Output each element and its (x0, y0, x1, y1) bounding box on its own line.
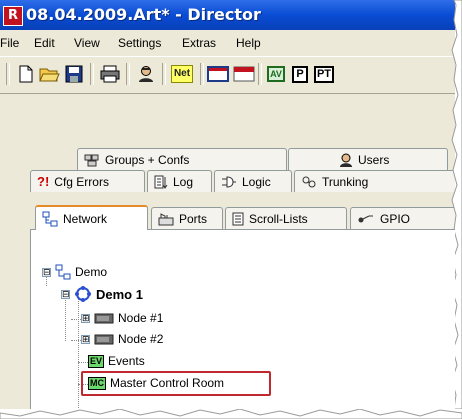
network-icon (55, 264, 71, 280)
tab-scroll-lists[interactable]: Scroll-Lists (225, 207, 347, 229)
tab-label: Groups + Confs (105, 152, 190, 167)
collapse-expander[interactable]: ⊟ (61, 289, 70, 299)
tree-node-label: Node #2 (118, 332, 164, 346)
tab-label: Scroll-Lists (249, 211, 308, 226)
menu-extras[interactable]: Extras (182, 36, 216, 50)
title-bar[interactable]: R 08.04.2009.Art* - Director (0, 0, 455, 30)
tab-label: Trunking (322, 174, 369, 189)
toolbar-separator (162, 63, 166, 85)
node-device-icon (94, 334, 114, 345)
gpio-icon (358, 215, 373, 222)
toolbar-separator (200, 63, 204, 85)
av-button-label: AV (267, 66, 285, 82)
p-button-label: P (292, 65, 308, 83)
tree-node-label: Master Control Room (110, 376, 225, 390)
pt-button[interactable]: PT (312, 63, 336, 85)
tab-users[interactable]: Users (288, 148, 448, 170)
net-button[interactable]: Net (168, 63, 196, 85)
tree-node-label: Demo (75, 265, 108, 279)
tree-node-node-1[interactable]: ⊞ Node #1 (81, 311, 163, 325)
tab-label: Cfg Errors (54, 174, 109, 189)
menu-edit[interactable]: Edit (34, 36, 55, 50)
save-button[interactable] (62, 63, 86, 85)
av-button[interactable]: AV (264, 63, 288, 85)
menu-settings[interactable]: Settings (118, 36, 161, 50)
ports-icon (158, 212, 174, 225)
tab-groups-confs[interactable]: Groups + Confs (77, 148, 287, 170)
net-button-label: Net (170, 65, 194, 83)
toolbar-separator (6, 63, 10, 85)
new-file-button[interactable] (14, 63, 38, 85)
tree-node-demo-1[interactable]: ⊟ Demo 1 (61, 285, 143, 303)
toolbar-separator (258, 63, 262, 85)
print-button[interactable] (98, 63, 122, 85)
menu-help[interactable]: Help (236, 36, 261, 50)
open-folder-button[interactable] (38, 63, 62, 85)
error-icon: ?! (37, 174, 50, 189)
tree-node-label: Node #1 (118, 311, 164, 325)
tab-logic[interactable]: Logic (214, 170, 292, 192)
groups-icon (84, 154, 99, 166)
logic-icon (222, 175, 236, 188)
toolbar-separator (126, 63, 130, 85)
users-icon (340, 153, 352, 167)
user-button[interactable] (134, 63, 158, 85)
tree-node-master-control-room[interactable]: MC Master Control Room (88, 376, 224, 390)
menu-view[interactable]: View (74, 36, 100, 50)
menu-file[interactable]: File (0, 36, 19, 50)
tree-node-label: Events (108, 354, 145, 368)
scroll-lists-icon (232, 212, 244, 225)
collapse-expander[interactable]: ⊟ (42, 267, 51, 277)
window-layout-button[interactable] (206, 63, 230, 85)
tree-node-demo[interactable]: ⊟ Demo (42, 264, 107, 280)
tab-label: Logic (242, 174, 271, 189)
tree-node-label: Demo 1 (96, 286, 143, 302)
log-icon (154, 175, 168, 189)
p-button[interactable]: P (288, 63, 312, 85)
toolbar-separator (90, 63, 94, 85)
menu-bar: File Edit View Settings Extras Help (0, 33, 455, 53)
toolbar: Net AV P PT (0, 56, 455, 94)
director-window: R 08.04.2009.Art* - Director File Edit V… (0, 0, 455, 409)
tab-label: GPIO (380, 211, 411, 226)
pt-button-label: PT (313, 65, 335, 83)
network-tree-panel: ⊟ Demo ⊟ Demo 1 ⊞ Node #1 ⊞ Node #2 EV E… (30, 229, 455, 409)
tab-cfg-errors[interactable]: ?! Cfg Errors (30, 170, 145, 192)
tree-node-events[interactable]: EV Events (88, 354, 145, 368)
events-badge-icon: EV (88, 354, 105, 368)
tab-trunking[interactable]: Trunking (294, 170, 455, 192)
tab-label: Log (173, 174, 194, 189)
trunking-icon (302, 176, 316, 187)
new-file-icon (19, 65, 33, 83)
network-icon (42, 211, 58, 226)
tab-ports[interactable]: Ports (151, 207, 223, 229)
system-ring-icon (75, 286, 91, 302)
app-icon[interactable]: R (3, 6, 23, 26)
tab-label: Users (358, 152, 390, 167)
user-icon (139, 66, 153, 82)
window-title: 08.04.2009.Art* - Director (26, 5, 261, 24)
open-folder-icon (39, 68, 60, 82)
save-icon (65, 65, 83, 83)
expand-expander[interactable]: ⊞ (81, 313, 90, 323)
tab-log[interactable]: Log (147, 170, 212, 192)
node-device-icon (94, 313, 114, 324)
expand-expander[interactable]: ⊞ (81, 334, 90, 344)
mc-badge-icon: MC (88, 376, 106, 390)
tree-node-node-2[interactable]: ⊞ Node #2 (81, 332, 163, 346)
flag-layout-button[interactable] (232, 63, 256, 85)
window-layout-icon (207, 66, 229, 82)
screenshot-frame: R 08.04.2009.Art* - Director File Edit V… (0, 0, 462, 419)
tab-network[interactable]: Network (35, 205, 148, 230)
flag-icon (233, 66, 255, 82)
tab-label: Network (63, 211, 108, 226)
tab-label: Ports (179, 211, 208, 226)
print-icon (100, 65, 120, 83)
tab-gpio[interactable]: GPIO (350, 207, 455, 229)
tab-control: Groups + Confs Users ?! Cfg Errors Log L… (30, 148, 455, 409)
